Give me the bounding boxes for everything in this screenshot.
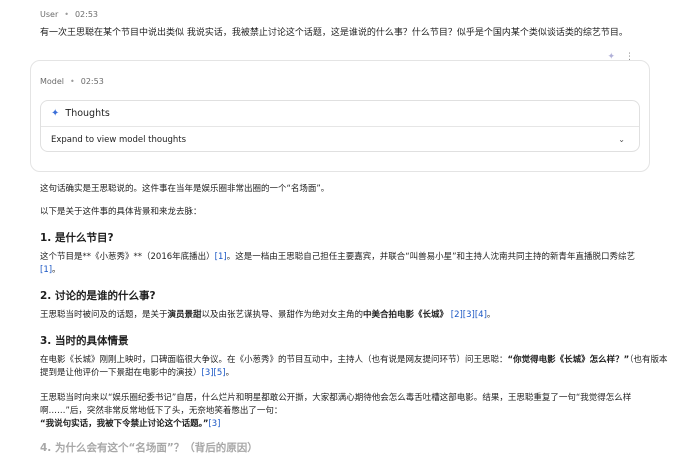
section-2-bold-film: 中美合拍电影《长城》 bbox=[363, 310, 449, 320]
section-3-heading: 3. 当时的具体情景 bbox=[40, 335, 129, 347]
thoughts-title: Thoughts bbox=[65, 108, 110, 119]
sparkle-icon[interactable]: ✦ bbox=[607, 52, 615, 62]
section-1-text-a: 这个节目是**《小葱秀》**（2016年底播出） bbox=[40, 252, 215, 262]
section-3-text-a: 在电影《长城》刚刚上映时，口碑面临很大争议。在《小葱秀》的节目互动中，主持人（也… bbox=[40, 355, 508, 365]
model-message-header: Model • 02:53 bbox=[40, 77, 104, 86]
user-message-text: 有一次王思聪在某个节目中说出类似 我说实话，我被禁止讨论这个话题，这是谁说的什么… bbox=[40, 28, 628, 38]
section-1-text-b: 。这是一档由王思聪自己担任主要嘉宾，并联合“叫兽易小星”和主持人沈南共同主持的新… bbox=[226, 252, 635, 262]
more-vert-icon[interactable]: ⋮ bbox=[625, 52, 634, 62]
answer-intro-2: 以下是关于这件事的具体背景和来龙去脉： bbox=[40, 207, 202, 217]
section-1-end: 。 bbox=[52, 265, 61, 275]
section-2-bold-actor: 演员景甜 bbox=[167, 310, 202, 320]
section-3-quote: “我说句实话，我被下令禁止讨论这个话题。” bbox=[40, 419, 209, 429]
citation-links[interactable]: [3][5] bbox=[202, 368, 226, 378]
citation-link[interactable]: [1] bbox=[215, 252, 227, 262]
user-role-label: User bbox=[40, 10, 59, 19]
answer-intro-1: 这句话确实是王思聪说的。这件事在当年是娱乐圈非常出圈的一个“名场面”。 bbox=[40, 184, 330, 194]
section-3-paragraph-2: 王思聪当时向来以“娱乐圈纪委书记”自居，什么烂片和明星都敢公开撕，大家都满心期待… bbox=[40, 392, 668, 431]
expand-thoughts-button[interactable]: Expand to view model thoughts ⌄ bbox=[41, 127, 639, 152]
section-3-paragraph-1: 在电影《长城》刚刚上映时，口碑面临很大争议。在《小葱秀》的节目互动中，主持人（也… bbox=[40, 354, 668, 380]
user-message-header: User • 02:53 bbox=[40, 10, 98, 19]
message-actions: ✦ ⋮ bbox=[607, 52, 634, 62]
section-3-text-p2: 王思聪当时向来以“娱乐圈纪委书记”自居，什么烂片和明星都敢公开撕，大家都满心期待… bbox=[40, 393, 632, 416]
citation-links[interactable]: [2][3][4] bbox=[451, 310, 487, 320]
thoughts-panel: ✦ Thoughts Expand to view model thoughts… bbox=[40, 100, 640, 152]
section-2-text-a: 王思聪当时被问及的话题，是关于 bbox=[40, 310, 168, 320]
citation-link[interactable]: [1] bbox=[40, 265, 52, 275]
expand-thoughts-label: Expand to view model thoughts bbox=[51, 134, 187, 145]
section-2-end: 。 bbox=[486, 310, 496, 320]
chevron-down-icon: ⌄ bbox=[618, 135, 625, 144]
separator-dot: • bbox=[64, 10, 69, 19]
sparkle-icon: ✦ bbox=[51, 108, 60, 119]
section-1-paragraph: 这个节目是**《小葱秀》**（2016年底播出）[1]。这是一档由王思聪自己担任… bbox=[40, 251, 668, 277]
section-2-paragraph: 王思聪当时被问及的话题，是关于演员景甜以及由张艺谋执导、景甜作为绝对女主角的中美… bbox=[40, 309, 670, 322]
model-timestamp: 02:53 bbox=[80, 77, 104, 86]
citation-link[interactable]: [3] bbox=[208, 419, 220, 429]
thoughts-header: ✦ Thoughts bbox=[41, 101, 639, 127]
section-2-text-mid: 以及由张艺谋执导、景甜作为绝对女主角的 bbox=[201, 310, 364, 320]
user-timestamp: 02:53 bbox=[74, 10, 99, 19]
section-2-heading: 2. 讨论的是谁的什么事? bbox=[40, 290, 156, 302]
section-1-heading: 1. 是什么节目? bbox=[40, 232, 114, 244]
separator-dot: • bbox=[70, 77, 75, 86]
section-4-heading: 4. 为什么会有这个“名场面”？（背后的原因） bbox=[40, 442, 258, 454]
section-3-bold-question: “你觉得电影《长城》怎么样？” bbox=[507, 355, 630, 365]
model-role-label: Model bbox=[40, 77, 65, 86]
section-3-end: 。 bbox=[225, 368, 235, 378]
